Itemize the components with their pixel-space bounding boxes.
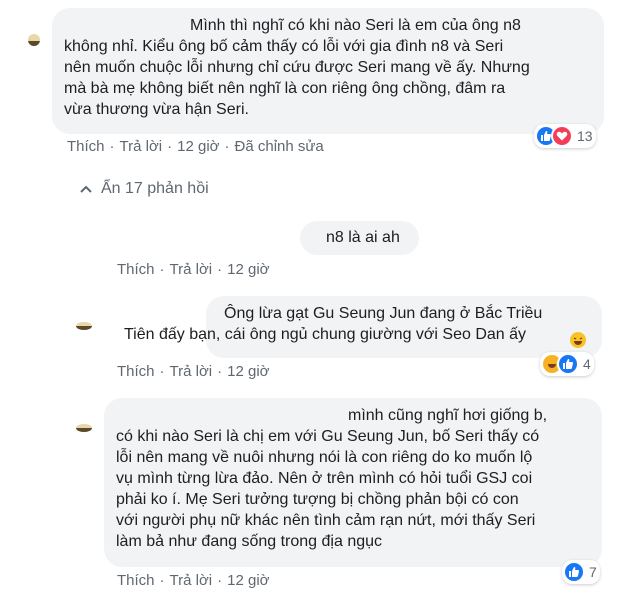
comment-text-line: không nhỉ. Kiểu ông bố cảm thấy có lỗi v… — [64, 38, 504, 55]
like-icon — [557, 353, 579, 375]
reaction-summary[interactable]: 7 — [562, 560, 600, 584]
comment-text-line: Mình thì nghĩ có khi nào Seri là em của … — [190, 17, 521, 34]
reply-text-line: vụ mình từng lừa đảo. Nên ở trên mình có… — [116, 470, 533, 487]
reply-button[interactable]: Trả lời — [170, 572, 213, 589]
reaction-count: 4 — [583, 356, 591, 372]
separator-dot: · — [217, 572, 223, 589]
comment-bubble: Mình thì nghĩ có khi nào Seri là em của … — [52, 8, 604, 134]
separator-dot: · — [159, 572, 165, 589]
reply-actions: Thích · Trả lời · 12 giờ — [117, 363, 270, 380]
separator-dot: · — [224, 138, 230, 155]
reply-text-line: Tiên đấy bạn, cái ông ngủ chung giường v… — [124, 326, 527, 343]
avatar[interactable] — [76, 424, 92, 432]
reply-bubble: Ông lừa gạt Gu Seung Jun đang ở Bắc Triề… — [124, 296, 602, 358]
love-icon — [551, 125, 573, 147]
like-icon — [563, 561, 585, 583]
reply-button[interactable]: Trả lời — [170, 261, 213, 278]
separator-dot: · — [159, 363, 165, 380]
comment-text-line: mà bà mẹ không biết nên nghĩ là con riên… — [64, 80, 506, 97]
separator-dot: · — [217, 261, 223, 278]
reaction-count: 7 — [589, 564, 597, 580]
reply-actions: Thích · Trả lời · 12 giờ — [117, 572, 270, 589]
reply-text-line: làm bả như đang sống trong địa ngục — [116, 533, 383, 550]
reaction-summary[interactable]: 13 — [534, 124, 596, 148]
reply-timestamp[interactable]: 12 giờ — [227, 572, 269, 589]
reply-text-line: có khi nào Seri là chị em với Gu Seung J… — [116, 428, 540, 445]
comment-actions: Thích · Trả lời · 12 giờ · Đã chỉnh sửa — [67, 138, 324, 155]
reply-button[interactable]: Trả lời — [170, 363, 213, 380]
reply-actions: Thích · Trả lời · 12 giờ — [117, 261, 270, 278]
reply-text-line: lỗi nên mang về nuôi nhưng nói là con ri… — [116, 449, 533, 466]
reply-text-line: với người phụ nữ khác nên tình cảm rạn n… — [116, 512, 536, 529]
reaction-count: 13 — [577, 128, 593, 144]
reply-bubble: mình cũng nghĩ hơi giống b, có khi nào S… — [104, 398, 602, 567]
like-button[interactable]: Thích — [117, 572, 155, 589]
chevron-up-icon — [80, 180, 92, 198]
reply-timestamp[interactable]: 12 giờ — [227, 363, 269, 380]
reaction-summary[interactable]: 4 — [540, 352, 594, 376]
like-button[interactable]: Thích — [117, 261, 155, 278]
reply-text-line: Ông lừa gạt Gu Seung Jun đang ở Bắc Triề… — [224, 305, 543, 322]
edited-label[interactable]: Đã chỉnh sửa — [235, 138, 324, 155]
separator-dot: · — [167, 138, 173, 155]
like-button[interactable]: Thích — [117, 363, 155, 380]
comment-text-line: nên muốn chuộc lỗi nhưng chỉ cứu được Se… — [64, 59, 530, 76]
hide-replies-button[interactable]: Ẩn 17 phản hồi — [80, 180, 209, 198]
laughing-emoji-icon — [570, 332, 586, 348]
separator-dot: · — [159, 261, 165, 278]
reply-timestamp[interactable]: 12 giờ — [227, 261, 269, 278]
reply-bubble: n8 là ai ah — [300, 221, 419, 255]
reply-text-line: n8 là ai ah — [326, 229, 400, 246]
avatar[interactable] — [28, 34, 40, 46]
hide-replies-label: Ẩn 17 phản hồi — [101, 180, 209, 197]
separator-dot: · — [109, 138, 115, 155]
avatar[interactable] — [76, 322, 92, 330]
comment-timestamp[interactable]: 12 giờ — [177, 138, 219, 155]
like-button[interactable]: Thích — [67, 138, 105, 155]
separator-dot: · — [217, 363, 223, 380]
reply-button[interactable]: Trả lời — [120, 138, 163, 155]
reply-text-line: phải ko í. Mẹ Seri tưởng tượng bị chồng … — [116, 491, 519, 508]
reply-text-line: mình cũng nghĩ hơi giống b, — [348, 407, 548, 424]
comment-text-line: vừa thương vừa hận Seri. — [64, 101, 249, 118]
